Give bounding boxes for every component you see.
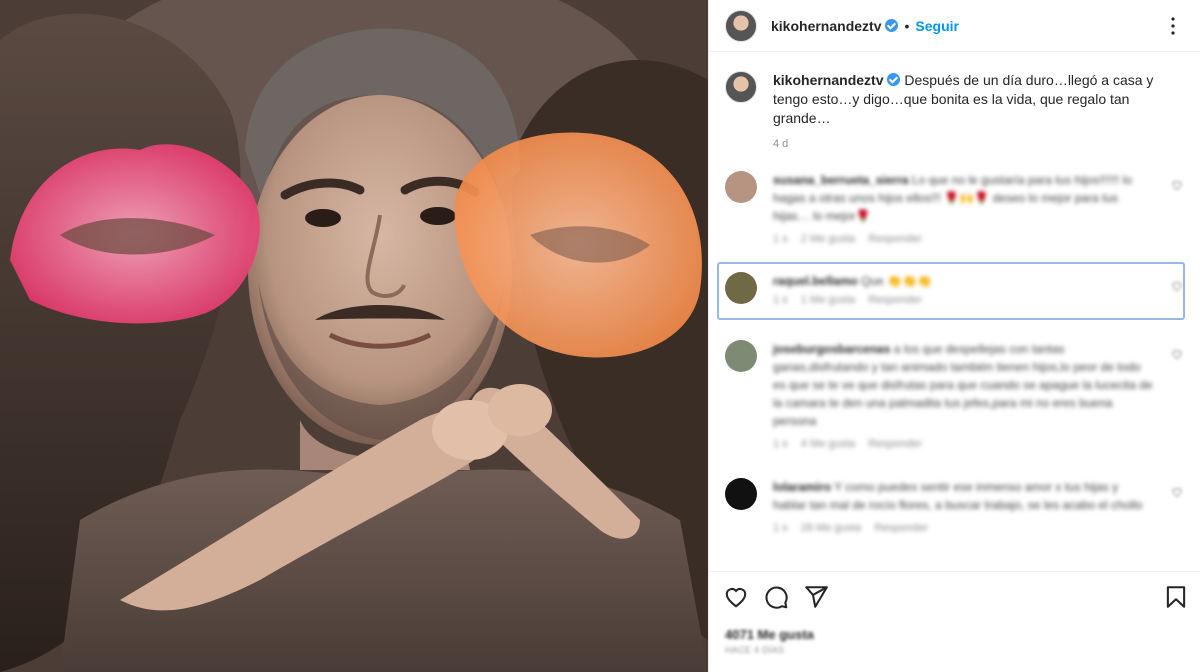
commenter-avatar[interactable] xyxy=(725,340,757,372)
comments-list[interactable]: kikohernandeztv Después de un día duro…l… xyxy=(709,53,1200,571)
comment-age: 1 s xyxy=(773,438,788,450)
commenter-username[interactable]: joseburgosbarcenas xyxy=(773,342,890,356)
caption-avatar[interactable] xyxy=(725,71,757,103)
comments-panel: kikohernandeztv • Seguir kikohernandeztv… xyxy=(708,0,1200,672)
reply-button[interactable]: Responder xyxy=(868,233,922,245)
comment-age: 1 s xyxy=(773,233,788,245)
comment-age: 1 s xyxy=(773,294,788,306)
post-image xyxy=(0,0,708,672)
header-separator: • xyxy=(904,17,910,34)
post-date: HACE 4 DÍAS xyxy=(725,645,785,655)
post-caption: kikohernandeztv Después de un día duro…l… xyxy=(725,71,1185,150)
share-icon[interactable] xyxy=(803,584,829,610)
comment-age: 1 s xyxy=(773,522,788,534)
comment-likes[interactable]: 1 Me gusta xyxy=(801,294,855,306)
heart-icon[interactable] xyxy=(1171,348,1183,360)
comment-likes[interactable]: 2 Me gusta xyxy=(801,233,855,245)
reply-button[interactable]: Responder xyxy=(868,294,922,306)
comment-item: joseburgosbarcenas a los que despellejas… xyxy=(725,340,1185,450)
author-username[interactable]: kikohernandeztv xyxy=(771,18,881,34)
more-options-icon[interactable] xyxy=(1161,14,1185,38)
comment-likes[interactable]: 4 Me gusta xyxy=(801,438,855,450)
commenter-avatar[interactable] xyxy=(725,171,757,203)
commenter-username[interactable]: raquel.bellamo xyxy=(773,274,858,288)
likes-count[interactable]: 4071 Me gusta xyxy=(725,627,814,642)
reply-button[interactable]: Responder xyxy=(868,438,922,450)
commenter-username[interactable]: susana_berrueta_sierra xyxy=(773,173,908,187)
verified-icon xyxy=(885,19,899,32)
heart-icon[interactable] xyxy=(1171,179,1183,191)
bookmark-icon[interactable] xyxy=(1163,584,1189,610)
comment-item: lolaramiro Y como puedes sentir ese inme… xyxy=(725,478,1185,534)
instagram-post: kikohernandeztv • Seguir kikohernandeztv… xyxy=(0,0,1200,672)
heart-icon[interactable] xyxy=(1171,486,1183,498)
verified-icon xyxy=(887,73,901,86)
comment-likes[interactable]: 28 Me gusta xyxy=(801,522,862,534)
heart-icon[interactable] xyxy=(1171,280,1183,292)
follow-button[interactable]: Seguir xyxy=(915,18,959,34)
comment-item: susana_berrueta_sierra Lo que no le gust… xyxy=(725,171,1185,245)
post-actions: 4071 Me gusta HACE 4 DÍAS xyxy=(709,571,1200,672)
caption-username[interactable]: kikohernandeztv xyxy=(773,72,883,88)
post-header: kikohernandeztv • Seguir xyxy=(709,0,1200,52)
commenter-avatar[interactable] xyxy=(725,272,757,304)
heart-icon[interactable] xyxy=(723,584,749,610)
caption-age: 4 d xyxy=(773,138,789,150)
commenter-avatar[interactable] xyxy=(725,478,757,510)
post-photo[interactable] xyxy=(0,0,708,672)
commenter-username[interactable]: lolaramiro xyxy=(773,480,831,494)
comment-text: Que 👏👏👏 xyxy=(861,274,932,288)
comment-item: raquel.bellamo Que 👏👏👏 1 s 1 Me gusta Re… xyxy=(725,272,1185,306)
reply-button[interactable]: Responder xyxy=(874,522,928,534)
author-avatar[interactable] xyxy=(725,9,757,42)
comment-icon[interactable] xyxy=(763,584,789,610)
